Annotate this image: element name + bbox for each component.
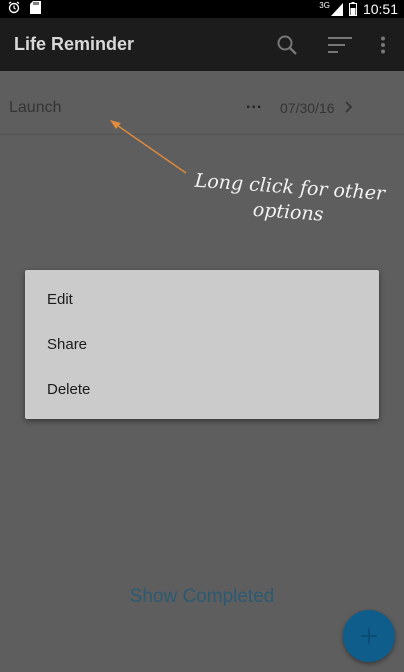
context-menu: Edit Share Delete (25, 270, 379, 419)
add-button[interactable] (343, 610, 395, 662)
add-icon (361, 628, 377, 644)
menu-item-share[interactable]: Share (25, 323, 379, 367)
menu-item-edit[interactable]: Edit (25, 278, 379, 322)
menu-item-delete[interactable]: Delete (25, 368, 379, 412)
show-completed-button[interactable]: Show Completed (0, 586, 404, 608)
